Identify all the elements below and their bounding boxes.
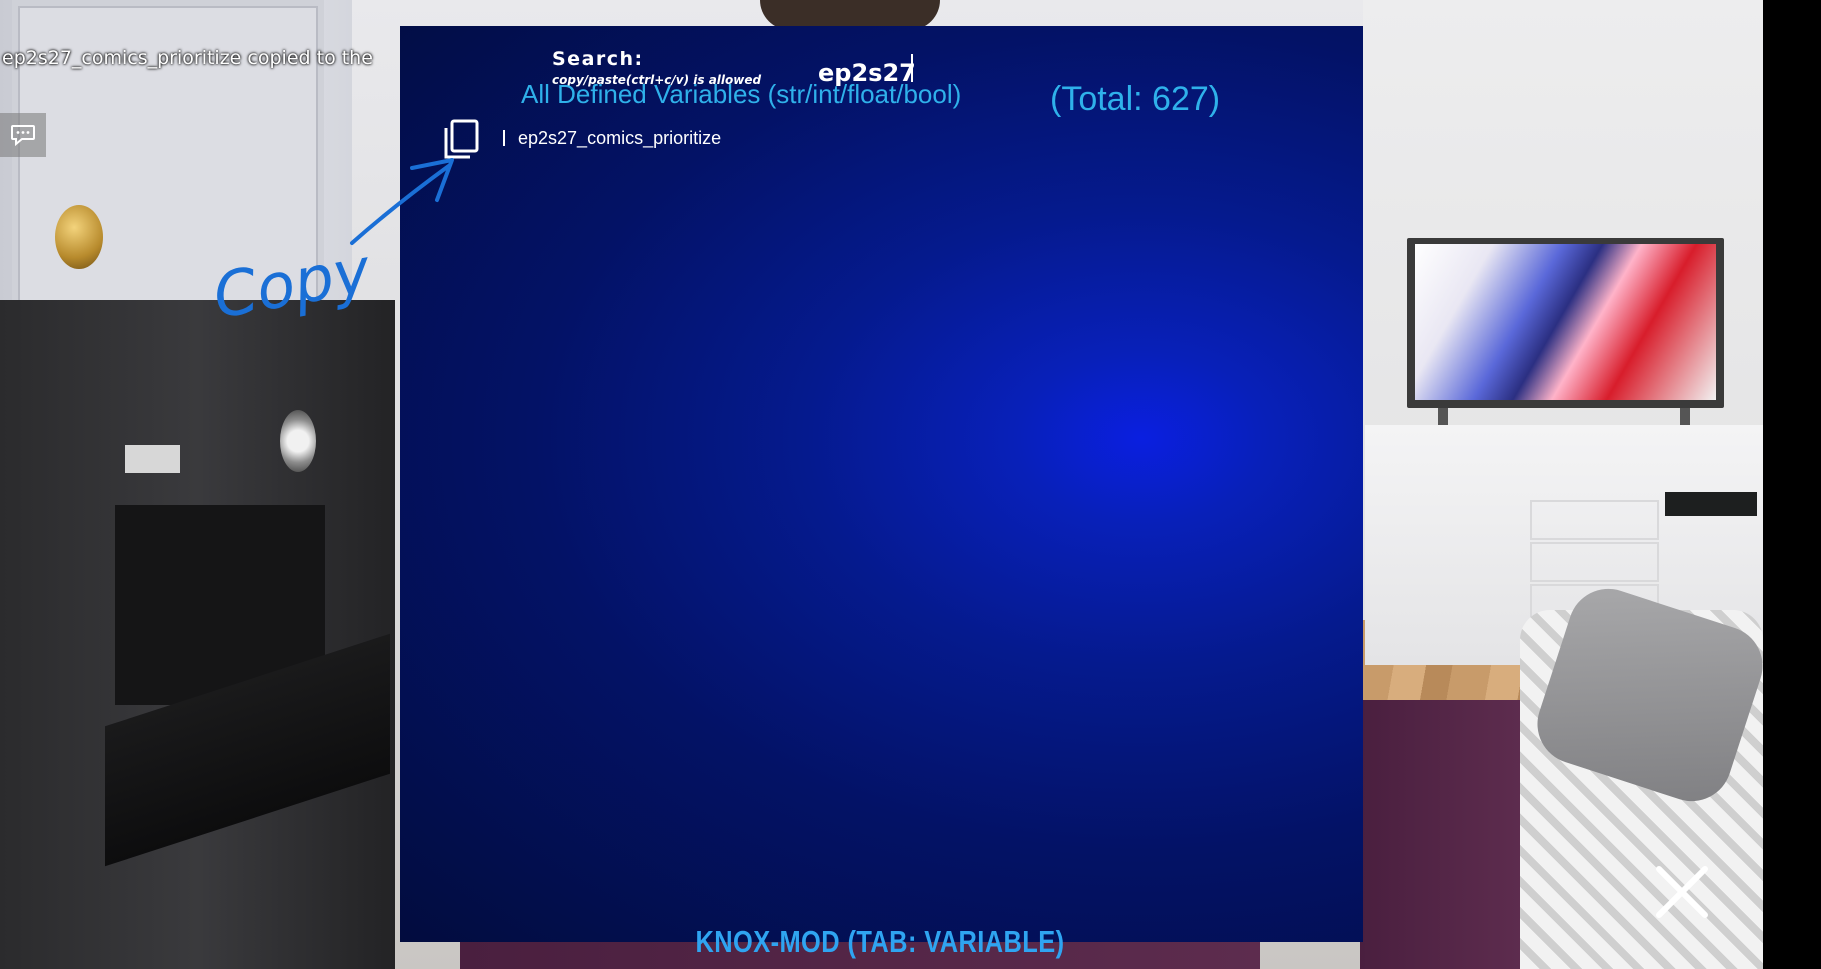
variable-name: ep2s27_comics_prioritize: [518, 128, 722, 148]
variable-panel: [400, 26, 1363, 942]
search-label: Search:: [552, 48, 644, 70]
wall-oven: [0, 300, 395, 969]
console-drawer: [1530, 542, 1659, 582]
tv-screen: [1415, 244, 1716, 400]
chat-bubble-icon: [11, 125, 35, 147]
variables-title: All Defined Variables (str/int/float/boo…: [521, 79, 962, 109]
row-separator: [503, 130, 505, 146]
console-drawer: [1530, 500, 1659, 540]
sofa-purple: [1360, 700, 1520, 969]
chat-button[interactable]: [0, 113, 46, 157]
media-box: [1665, 492, 1757, 516]
oven-handle: [125, 445, 180, 473]
variables-total: (Total: 627): [1050, 80, 1221, 118]
television: [1407, 238, 1724, 408]
cabinet-knob: [55, 205, 103, 269]
letterbox-bar: [1763, 0, 1821, 969]
close-icon: [1656, 866, 1708, 918]
annotation-arrow: [350, 163, 452, 245]
oven-dial: [280, 410, 316, 472]
close-button[interactable]: [1655, 865, 1709, 919]
mod-footer-title: KNOX-MOD (TAB: VARIABLE): [695, 924, 1065, 959]
handwritten-copy-annotation: Copy: [210, 158, 454, 333]
annotation-label: Copy: [210, 233, 377, 332]
text-caret: [911, 54, 913, 82]
copy-notification: ep2s27_comics_prioritize copied to the: [2, 47, 373, 69]
